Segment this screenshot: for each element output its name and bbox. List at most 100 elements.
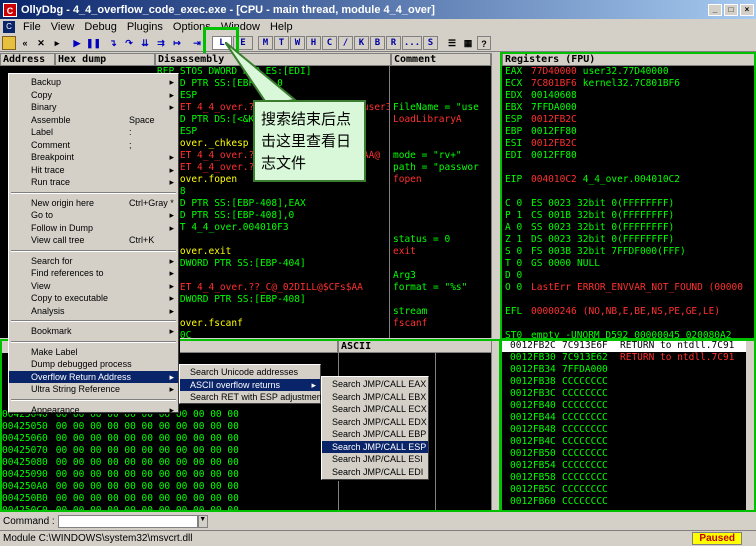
menu-item[interactable]: Backup ▸ — [9, 76, 178, 89]
menu-item[interactable]: Copy ▸ — [9, 89, 178, 102]
comment-line — [393, 258, 491, 270]
menu-item[interactable]: Ultra String Reference ▸ — [9, 383, 178, 396]
menu-item[interactable]: Search JMP/CALL EDI — [322, 466, 428, 479]
run-icon[interactable]: ▶ — [70, 36, 84, 50]
ascii-overflow-submenu: Search JMP/CALL EAX Search JMP/CALL EBX Se… — [321, 376, 429, 480]
disasm-line[interactable]: DWORD PTR SS:[EBP-408],0 — [157, 210, 389, 222]
execute-till-return-icon[interactable]: ↦ — [170, 36, 184, 50]
menu-item[interactable]: Make Label — [9, 346, 178, 359]
hexdump-header[interactable]: Hex dump — [55, 53, 155, 66]
disasm-line[interactable]: SHORT 4_4_over.004010F3 — [157, 222, 389, 234]
menu-file[interactable]: File — [18, 21, 46, 33]
source-button[interactable]: S — [423, 36, 438, 50]
menu-item[interactable]: Breakpoint ▸ — [9, 151, 178, 164]
disasm-line[interactable]: EAX — [157, 270, 389, 282]
menu-item[interactable]: New origin here Ctrl+Gray * — [9, 197, 178, 210]
goto-icon[interactable]: ⇥ — [190, 36, 204, 50]
menu-item[interactable]: Search for ▸ — [9, 255, 178, 268]
menu-item[interactable]: Analysis ▸ — [9, 305, 178, 318]
menu-view[interactable]: View — [46, 21, 80, 33]
menu-item[interactable]: Assemble Space — [9, 114, 178, 127]
address-header[interactable]: Address — [0, 53, 55, 66]
menu-item[interactable]: Search JMP/CALL ESI — [322, 453, 428, 466]
context-menu: Backup ▸ Copy ▸ Binary ▸ Assemble Space Label: Co… — [8, 73, 179, 415]
submenu-arrow-icon: ▸ — [169, 371, 174, 382]
menu-item[interactable]: Search JMP/CALL ESP — [322, 440, 428, 453]
submenu-arrow-icon: ▸ — [169, 164, 174, 175]
help-icon[interactable]: ? — [477, 36, 491, 50]
menu-plugins[interactable]: Plugins — [122, 21, 168, 33]
maximize-button[interactable]: □ — [724, 3, 738, 16]
pause-icon[interactable]: ❚❚ — [86, 36, 101, 50]
trace-into-icon[interactable]: ⇊ — [138, 36, 152, 50]
trace-over-icon[interactable]: ⇉ — [154, 36, 168, 50]
list-icon[interactable]: ☰ — [445, 36, 459, 50]
disasm-line[interactable]: ECX,DWORD PTR SS:[EBP-408] — [157, 294, 389, 306]
menu-item[interactable]: Search JMP/CALL EBX — [322, 391, 428, 404]
menu-item[interactable]: Search JMP/CALL EDX — [322, 416, 428, 429]
menu-item[interactable]: Overflow Return Address ▸ — [9, 370, 178, 383]
close-file-icon[interactable]: ✕ — [34, 36, 48, 50]
disasm-line[interactable]: 4_4_over.exit — [157, 246, 389, 258]
disasm-line[interactable]: ESP,8 — [157, 186, 389, 198]
menu-item[interactable]: Binary ▸ — [9, 101, 178, 114]
menu-item[interactable]: Search JMP/CALL EAX — [322, 378, 428, 391]
menu-item-label: Bookmark — [31, 326, 72, 336]
menu-item[interactable]: View ▸ — [9, 280, 178, 293]
menu-item[interactable]: Bookmark ▸ — [9, 325, 178, 338]
submenu-arrow-icon: ▸ — [169, 280, 174, 291]
call-stack-button[interactable]: K — [354, 36, 369, 50]
menu-item[interactable]: Copy to executable ▸ — [9, 292, 178, 305]
close-button[interactable]: × — [740, 3, 754, 16]
run-trace-button[interactable]: ... — [402, 36, 422, 50]
open-icon[interactable] — [2, 36, 16, 50]
disasm-line[interactable]: EAX,DWORD PTR SS:[EBP-404] — [157, 258, 389, 270]
cpu-button[interactable]: C — [322, 36, 337, 50]
menu-item-label: Run trace — [31, 177, 71, 187]
menu-item[interactable]: Appearance ▸ — [9, 404, 178, 417]
patches-button[interactable]: / — [338, 36, 353, 50]
menu-item[interactable]: Find references to ▸ — [9, 267, 178, 280]
disasm-line[interactable]: DWORD PTR SS:[EBP-408],EAX — [157, 198, 389, 210]
menu-separator — [11, 191, 176, 194]
submenu-arrow-icon: ▸ — [311, 379, 316, 390]
step-over-icon[interactable]: ↷ — [122, 36, 136, 50]
grid-icon[interactable]: ▦ — [461, 36, 475, 50]
comment-line — [393, 90, 491, 102]
menu-item[interactable]: Comment; — [9, 139, 178, 152]
menu-debug[interactable]: Debug — [79, 21, 121, 33]
menu-item-shortcut: Ctrl+Gray * — [129, 197, 174, 208]
menu-item[interactable]: Follow in Dump ▸ — [9, 222, 178, 235]
disasm-line[interactable]: 0 — [157, 234, 389, 246]
app-icon[interactable]: C — [3, 2, 17, 17]
disasm-line[interactable]: OFFSET 4_4_over.??_C@_02DILL@$CFs$AA — [157, 282, 389, 294]
references-button[interactable]: R — [386, 36, 401, 50]
menu-item[interactable]: Go to ▸ — [9, 209, 178, 222]
submenu-arrow-icon: ▸ — [169, 384, 174, 394]
disasm-line[interactable]: ECX — [157, 306, 389, 318]
submenu-arrow-icon: ▸ — [169, 222, 174, 233]
menu-item[interactable]: View call tree Ctrl+K — [9, 234, 178, 247]
command-dropdown-icon[interactable]: ▼ — [197, 515, 208, 528]
breakpoints-button[interactable]: B — [370, 36, 385, 50]
menu-item[interactable]: Search Unicode addresses — [180, 366, 320, 379]
disasm-line[interactable]: 4_4_over.fscanf — [157, 318, 389, 330]
menu-item[interactable]: Hit trace ▸ — [9, 164, 178, 177]
minimize-button[interactable]: _ — [708, 3, 722, 16]
menu-item[interactable]: ASCII overflow returns ▸ — [180, 378, 320, 391]
menu-item[interactable]: Search RET with ESP adjustment — [180, 391, 324, 404]
menu-item[interactable]: Run trace ▸ — [9, 176, 178, 189]
comment-line: FileName = "use — [393, 102, 479, 113]
menu-help[interactable]: Help — [265, 21, 298, 33]
step-back-icon[interactable]: ▸ — [50, 36, 64, 50]
step-into-icon[interactable]: ↴ — [106, 36, 120, 50]
command-input[interactable] — [57, 515, 198, 528]
disasm-line[interactable]: ESP,0C — [157, 330, 389, 338]
menu-item[interactable]: Label: — [9, 126, 178, 139]
cpu-window-icon[interactable]: C — [3, 21, 15, 33]
menu-item[interactable]: Dump debugged process — [9, 358, 178, 371]
restart-icon[interactable]: « — [18, 36, 32, 50]
comment-header[interactable]: Comment — [391, 53, 491, 66]
menu-item[interactable]: Search JMP/CALL EBP — [322, 428, 428, 441]
menu-item[interactable]: Search JMP/CALL ECX — [322, 403, 428, 416]
